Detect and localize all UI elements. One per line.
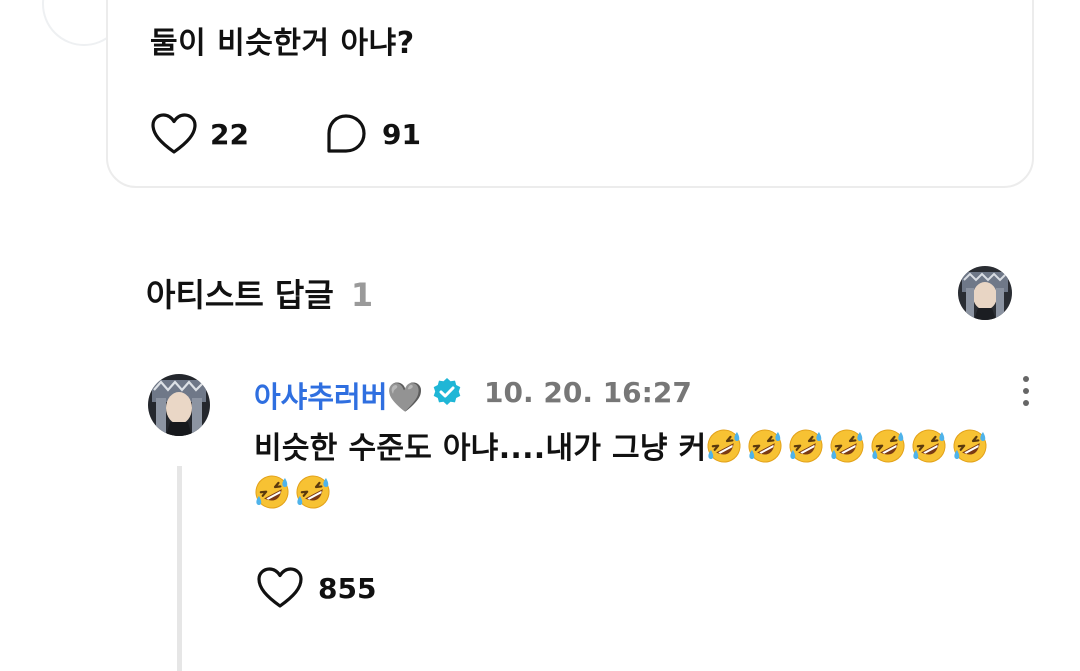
post-comment-button[interactable]: 91 [324, 112, 421, 156]
comment-bubble-icon [324, 112, 368, 156]
emoji-group-1 [706, 429, 993, 466]
heart-icon [256, 566, 304, 610]
rofl-emoji-icon [748, 429, 782, 463]
reply-author-label: 아샤추러버🩶 [254, 380, 424, 414]
reply-like-count: 855 [318, 571, 377, 605]
reply-body: 비슷한 수준도 아냐....내가 그냥 커 [254, 426, 1034, 518]
reply-author-name[interactable]: 아샤추러버🩶 [254, 374, 462, 416]
reply-author-avatar[interactable] [148, 374, 210, 436]
post-like-count: 22 [210, 117, 249, 151]
reply-like-button[interactable]: 855 [256, 566, 376, 610]
post-comment-count: 91 [382, 117, 421, 151]
artist-replies-title: 아티스트 답글 1 [146, 270, 373, 316]
section-title-count: 1 [350, 276, 374, 314]
section-title-label: 아티스트 답글 [146, 276, 334, 314]
rofl-emoji-icon [830, 429, 864, 463]
rofl-emoji-icon [707, 429, 741, 463]
reply-timestamp: 10. 20. 16:27 [484, 376, 692, 409]
heart-icon [150, 112, 198, 156]
reply-line-1: 비슷한 수준도 아냐....내가 그냥 커 [254, 426, 1034, 472]
verified-badge-icon [432, 377, 462, 414]
more-options-icon[interactable] [1016, 376, 1036, 412]
rofl-emoji-icon [912, 429, 946, 463]
rofl-emoji-icon [953, 429, 987, 463]
rofl-emoji-icon [871, 429, 905, 463]
rofl-emoji-icon [789, 429, 823, 463]
reply-text: 비슷한 수준도 아냐....내가 그냥 커 [254, 431, 707, 466]
post-like-button[interactable]: 22 [150, 112, 249, 156]
post-text: 둘이 비슷한거 아냐? [150, 26, 415, 61]
emoji-group-2 [254, 472, 1034, 518]
thread-line [177, 466, 182, 671]
rofl-emoji-icon [255, 475, 289, 509]
rofl-emoji-icon [296, 475, 330, 509]
artist-avatar-small[interactable] [958, 266, 1012, 320]
